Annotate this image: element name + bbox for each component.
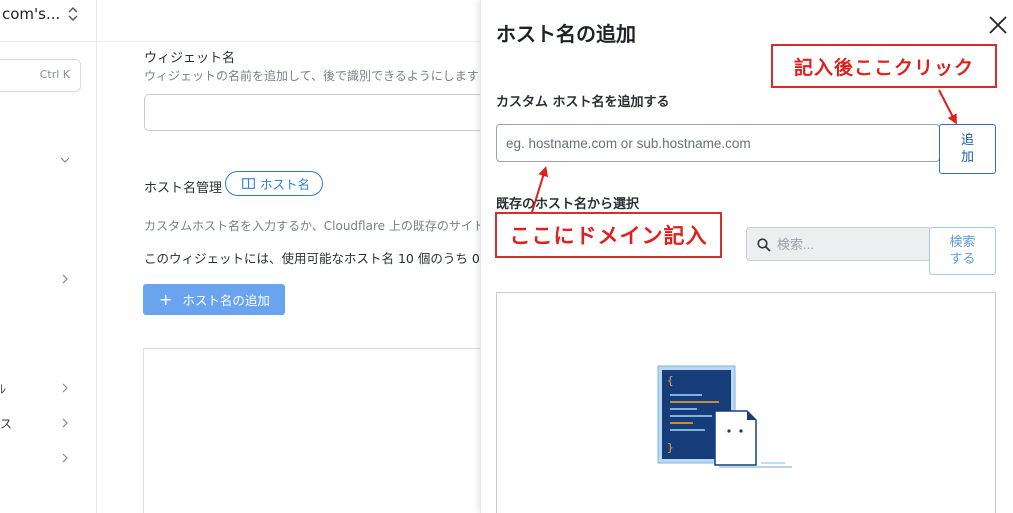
- sidebar: com's... Ctrl K ﾚ ス: [0, 0, 97, 513]
- command-search[interactable]: Ctrl K: [0, 59, 81, 92]
- widget-name-input[interactable]: [144, 94, 494, 131]
- search-input[interactable]: [777, 228, 927, 260]
- shortcut-hint: Ctrl K: [39, 68, 70, 81]
- chevron-right-icon[interactable]: [60, 453, 70, 463]
- hostname-list-panel: [143, 348, 493, 513]
- widget-form: ウィジェット名 ウィジェットの名前を追加して、後で識別できるようにします ホスト…: [97, 0, 509, 513]
- close-icon[interactable]: [986, 13, 1010, 37]
- account-name: com's...: [2, 5, 61, 23]
- search-box: [746, 227, 931, 261]
- drawer-title: ホスト名の追加: [496, 22, 636, 46]
- plus-icon: +: [159, 289, 173, 309]
- search-icon: [757, 238, 771, 252]
- add-hostname-label: ホスト名の追加: [182, 293, 270, 308]
- hostname-usage: このウィジェットには、使用可能なホスト名 10 個のうち 0 個が: [144, 251, 509, 266]
- annotation-enter-domain: ここにドメイン記入: [495, 212, 722, 258]
- chevron-down-icon[interactable]: [60, 155, 70, 165]
- svg-text:}: }: [667, 441, 674, 454]
- account-switcher[interactable]: com's...: [0, 0, 97, 42]
- chevron-right-icon[interactable]: [60, 418, 70, 428]
- chevron-right-icon[interactable]: [60, 274, 70, 284]
- search-button-label: 検索する: [949, 235, 976, 267]
- add-hostname-button[interactable]: + ホスト名の追加: [143, 284, 285, 315]
- hostname-pill-label: ホスト名: [260, 177, 311, 192]
- add-button-label: 追加: [960, 133, 974, 165]
- book-icon: [242, 178, 255, 189]
- hostname-input[interactable]: [496, 124, 940, 162]
- svg-text:{: {: [667, 374, 674, 387]
- sidebar-item-label: ス: [0, 417, 13, 431]
- existing-hostname-label: 既存のホスト名から選択: [496, 197, 640, 212]
- chevron-updown-icon: [68, 7, 78, 21]
- hostname-docs-link[interactable]: ホスト名: [225, 171, 323, 196]
- add-button[interactable]: 追加: [939, 124, 996, 174]
- annotation-click-after-entry: 記入後ここクリック: [771, 44, 997, 88]
- top-bar: [97, 0, 480, 42]
- existing-hostname-list: { }: [496, 292, 996, 513]
- sidebar-item-label: ﾚ: [0, 382, 7, 396]
- chevron-right-icon[interactable]: [60, 383, 70, 393]
- custom-hostname-label: カスタム ホスト名を追加する: [496, 95, 670, 110]
- hostname-help: カスタムホスト名を入力するか、Cloudflare 上の既存のサイト: [144, 219, 485, 233]
- search-button[interactable]: 検索する: [929, 227, 996, 275]
- widget-name-help: ウィジェットの名前を追加して、後で識別できるようにします: [144, 69, 479, 83]
- hostname-management-label: ホスト名管理: [144, 181, 223, 196]
- widget-name-label: ウィジェット名: [144, 51, 236, 66]
- empty-state-illustration: { }: [657, 365, 792, 468]
